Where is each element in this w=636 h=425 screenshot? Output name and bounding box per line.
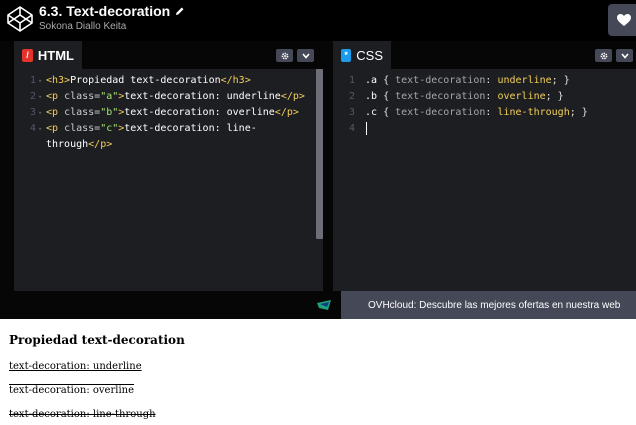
code-text: <p class="a">text-decoration: underline<…	[46, 89, 305, 105]
line-number: 3	[29, 107, 36, 118]
gear-icon	[281, 52, 288, 59]
css-editor-pane: * CSS 1 .a { text-decoration: underline; …	[333, 41, 636, 291]
heart-icon	[617, 13, 631, 26]
code-token: class=	[64, 91, 101, 102]
codepen-logo-icon[interactable]	[6, 5, 34, 33]
result-paragraph-line-through: text-decoration: line-through	[9, 409, 156, 420]
code-token: text-decoration: overline	[124, 107, 275, 118]
result-heading: Propiedad text-decoration	[9, 333, 185, 347]
code-text: <p class="b">text-decoration: overline</…	[46, 105, 299, 121]
ad-link[interactable]: OVHcloud: Descubre las mejores ofertas e…	[341, 291, 636, 319]
result-preview: Propiedad text-decoration text-decoratio…	[0, 319, 636, 425]
css-settings-button[interactable]	[595, 49, 612, 62]
html-tab-label: HTML	[37, 47, 74, 63]
result-paragraph-underline: text-decoration: underline	[9, 361, 142, 372]
html-pane-header: / HTML	[14, 41, 323, 69]
code-token: <p	[46, 107, 65, 118]
css-code-area[interactable]: 1 .a { text-decoration: underline; } 2 .b {…	[333, 69, 636, 291]
code-token: "b"	[100, 107, 119, 118]
author-name[interactable]: Sokona Diallo Keita	[39, 21, 126, 32]
pen-title[interactable]: 6.3. Text-decoration	[39, 3, 170, 19]
code-token: {	[383, 75, 396, 86]
code-token: text-decoration	[395, 75, 486, 86]
code-token: <h3>	[46, 75, 71, 86]
code-token: :	[485, 107, 498, 118]
code-text: <h3>Propiedad text-decoration</h3>	[46, 73, 251, 89]
code-token: underline	[497, 75, 552, 86]
fold-arrow-icon[interactable]: ▾	[38, 105, 42, 121]
code-token: text-decoration	[395, 107, 486, 118]
code-token: .b	[365, 91, 384, 102]
tab-css[interactable]: * CSS	[333, 41, 391, 69]
code-token: text-decoration: line-	[124, 123, 257, 134]
code-token: <p	[46, 123, 65, 134]
code-token: Propiedad text-decoration	[70, 75, 221, 86]
code-token: </p>	[274, 107, 299, 118]
code-token: "c"	[100, 123, 119, 134]
code-text: .c { text-decoration: line-through; }	[365, 105, 588, 121]
code-token: ; }	[551, 75, 570, 86]
code-text: .a { text-decoration: underline; }	[365, 73, 570, 89]
line-number: 4	[348, 123, 355, 134]
css-collapse-button[interactable]	[616, 49, 633, 62]
code-token: {	[383, 107, 396, 118]
html-code-area[interactable]: 1 ▾ <h3>Propiedad text-decoration</h3> 2 ▾ <p…	[14, 69, 323, 291]
html-scrollbar[interactable]	[316, 69, 323, 239]
code-token: :	[485, 75, 498, 86]
code-text: <p class="c">text-decoration: line-	[46, 121, 257, 137]
code-text: through</p>	[46, 137, 112, 153]
html-settings-button[interactable]	[276, 49, 293, 62]
code-token: .a	[365, 75, 384, 86]
code-token: </p>	[88, 139, 113, 150]
code-token: </p>	[280, 91, 305, 102]
edit-pencil-icon[interactable]	[175, 6, 185, 16]
code-token: class=	[64, 123, 101, 134]
editor-area: / HTML 1 ▾ <h3>Propiedad text-decoration</…	[0, 41, 636, 291]
ad-bar: OVHcloud: Descubre las mejores ofertas e…	[0, 291, 636, 319]
code-token: through	[46, 139, 89, 150]
code-token: "a"	[100, 91, 119, 102]
css-tab-label: CSS	[356, 47, 383, 63]
code-token: ; }	[569, 107, 588, 118]
html-editor-pane: / HTML 1 ▾ <h3>Propiedad text-decoration</…	[14, 41, 323, 291]
line-number: 3	[348, 107, 355, 118]
code-token: :	[485, 91, 498, 102]
tab-html[interactable]: / HTML	[14, 41, 82, 69]
gear-icon	[600, 52, 607, 59]
line-number: 1	[348, 75, 355, 86]
fold-arrow-icon[interactable]: ▾	[38, 121, 42, 137]
code-token: <p	[46, 91, 65, 102]
line-number: 2	[29, 91, 36, 102]
code-token: </h3>	[220, 75, 251, 86]
chevron-down-icon	[301, 52, 310, 59]
code-token: overline	[497, 91, 546, 102]
css-pane-header: * CSS	[333, 41, 636, 69]
line-number: 2	[348, 91, 355, 102]
fold-arrow-icon[interactable]: ▾	[38, 89, 42, 105]
line-number: 4	[29, 123, 36, 134]
html-collapse-button[interactable]	[297, 49, 314, 62]
css-badge-icon: *	[341, 48, 352, 62]
code-token: text-decoration: underline	[124, 91, 281, 102]
chevron-down-icon	[620, 52, 629, 59]
fold-arrow-icon[interactable]: ▾	[38, 73, 42, 89]
result-paragraph-overline: text-decoration: overline	[9, 385, 135, 396]
code-token: text-decoration	[395, 91, 486, 102]
code-token: .c	[365, 107, 384, 118]
code-token: class=	[64, 107, 101, 118]
code-token: line-through	[497, 107, 570, 118]
line-number: 1	[29, 75, 36, 86]
header: 6.3. Text-decoration Sokona Diallo Keita	[0, 0, 636, 41]
love-button[interactable]	[608, 4, 636, 36]
text-cursor	[366, 122, 367, 135]
code-text: .b { text-decoration: overline; }	[365, 89, 564, 105]
html-badge-icon: /	[22, 48, 33, 62]
code-token: {	[383, 91, 396, 102]
ad-logo-icon[interactable]	[317, 300, 331, 310]
code-token: ; }	[545, 91, 564, 102]
